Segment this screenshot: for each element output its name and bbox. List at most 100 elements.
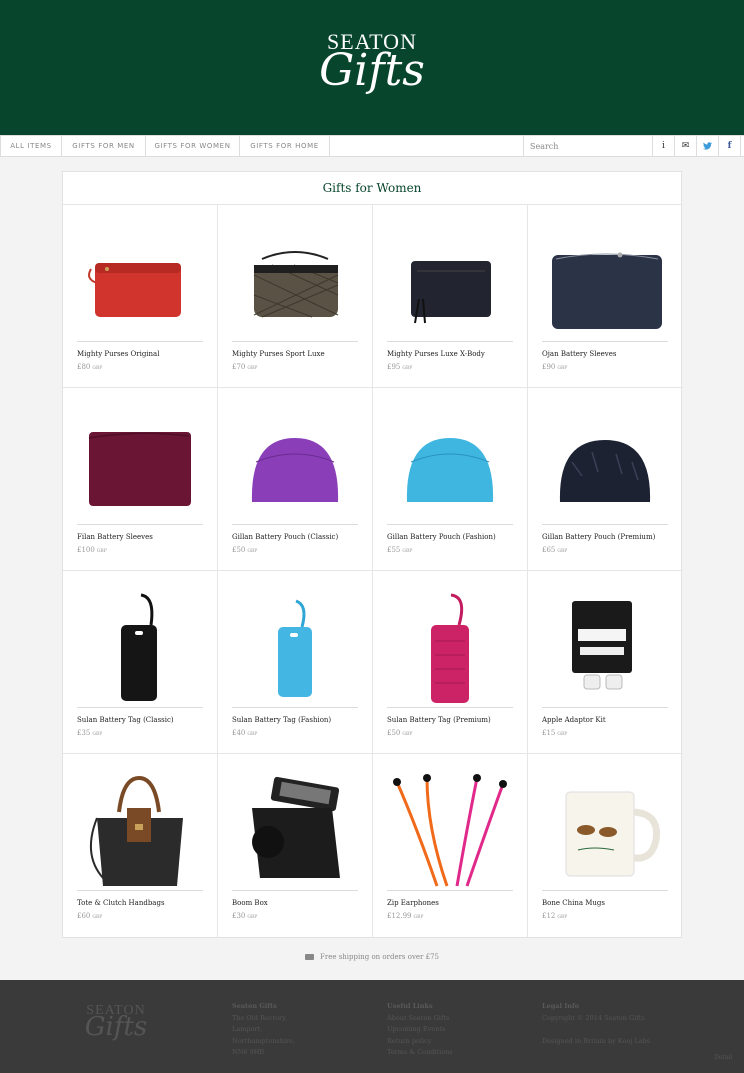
footer-links: Useful Links About Seaton Gifts Upcoming… — [387, 1001, 453, 1059]
product-name[interactable]: Sulan Battery Tag (Fashion) — [232, 716, 362, 724]
product-card[interactable]: Tote & Clutch Handbags £60 GBP — [63, 754, 218, 937]
product-image-fur-pouch[interactable] — [542, 402, 668, 524]
product-card[interactable]: Ojan Battery Sleeves £90 GBP — [528, 205, 683, 388]
product-card[interactable]: Filan Battery Sleeves £100 GBP — [63, 388, 218, 571]
facebook-icon[interactable]: f — [719, 136, 741, 157]
product-card[interactable]: Mighty Purses Sport Luxe £70 GBP — [218, 205, 373, 388]
product-card[interactable]: Sulan Battery Tag (Premium) £50 GBP — [373, 571, 528, 754]
product-name[interactable]: Gillan Battery Pouch (Classic) — [232, 533, 362, 541]
product-image-boom-box[interactable] — [232, 768, 358, 890]
price-value: £55 — [387, 546, 401, 554]
footer-legal-title: Legal Info — [542, 1002, 580, 1010]
product-price: £30 GBP — [232, 912, 257, 920]
footer-links-title: Useful Links — [387, 1002, 433, 1010]
product-image-tote-bag[interactable] — [77, 768, 203, 890]
product-image-zip-earphones[interactable] — [387, 768, 513, 890]
product-price: £50 GBP — [387, 729, 412, 737]
footer-link-events[interactable]: Upcoming Events — [387, 1024, 453, 1036]
product-card[interactable]: Boom Box £30 GBP — [218, 754, 373, 937]
product-image-pink-tag[interactable] — [387, 585, 513, 707]
product-image-burgundy-sleeve[interactable] — [77, 402, 203, 524]
product-card[interactable]: Sulan Battery Tag (Fashion) £40 GBP — [218, 571, 373, 754]
product-name[interactable]: Boom Box — [232, 899, 362, 907]
product-image-black-tag[interactable] — [77, 585, 203, 707]
price-value: £90 — [542, 363, 556, 371]
product-image-navy-sleeve[interactable] — [542, 219, 668, 341]
product-name[interactable]: Tote & Clutch Handbags — [77, 899, 207, 907]
product-image-crossbody-bag[interactable] — [387, 219, 513, 341]
card-divider — [387, 341, 513, 342]
currency-code: GBP — [247, 366, 258, 371]
product-name[interactable]: Bone China Mugs — [542, 899, 672, 907]
price-value: £35 — [77, 729, 91, 737]
product-name[interactable]: Sulan Battery Tag (Premium) — [387, 716, 517, 724]
card-divider — [387, 524, 513, 525]
product-name[interactable]: Ojan Battery Sleeves — [542, 350, 672, 358]
twitter-icon[interactable] — [697, 136, 719, 157]
product-card[interactable]: Mighty Purses Luxe X-Body £95 GBP — [373, 205, 528, 388]
site-footer: SEATON Gifts Seaton Gifts The Old Rector… — [0, 980, 744, 1073]
product-image-blue-tag[interactable] — [232, 585, 358, 707]
product-name[interactable]: Mighty Purses Luxe X-Body — [387, 350, 517, 358]
footer-address-line: Lamport, — [232, 1025, 263, 1033]
product-card[interactable]: Gillan Battery Pouch (Classic) £50 GBP — [218, 388, 373, 571]
footer-link-returns[interactable]: Return policy — [387, 1036, 453, 1048]
product-name[interactable]: Apple Adaptor Kit — [542, 716, 672, 724]
currency-code: GBP — [92, 366, 103, 371]
price-value: £95 — [387, 363, 401, 371]
shipping-note-text: Free shipping on orders over £75 — [319, 953, 439, 961]
brand-logo[interactable]: SEATON Gifts — [300, 30, 444, 110]
product-card[interactable]: Bone China Mugs £12 GBP — [528, 754, 683, 937]
product-card[interactable]: Sulan Battery Tag (Classic) £35 GBP — [63, 571, 218, 754]
footer-address-line: NN6 9HB — [232, 1048, 265, 1056]
price-value: £12.99 — [387, 912, 412, 920]
product-name[interactable]: Sulan Battery Tag (Classic) — [77, 716, 207, 724]
product-image-purple-pouch[interactable] — [232, 402, 358, 524]
currency-code: GBP — [96, 549, 107, 554]
product-price: £95 GBP — [387, 363, 412, 371]
product-name[interactable]: Mighty Purses Original — [77, 350, 207, 358]
product-image-bone-china-mug[interactable] — [542, 768, 668, 890]
price-value: £40 — [232, 729, 246, 737]
info-icon[interactable]: i — [653, 136, 675, 157]
nav-item-gifts-for-home[interactable]: GIFTS FOR HOME — [240, 136, 330, 157]
product-image-red-purse[interactable] — [77, 219, 203, 341]
product-name[interactable]: Gillan Battery Pouch (Fashion) — [387, 533, 517, 541]
product-price: £12 GBP — [542, 912, 567, 920]
product-name[interactable]: Mighty Purses Sport Luxe — [232, 350, 362, 358]
footer-logo-line2: Gifts — [84, 1012, 148, 1042]
nav-item-gifts-for-men[interactable]: GIFTS FOR MEN — [62, 136, 146, 157]
footer-link-terms[interactable]: Terms & Conditions — [387, 1047, 453, 1059]
footer-logo[interactable]: SEATON Gifts — [76, 1004, 156, 1042]
product-name[interactable]: Zip Earphones — [387, 899, 517, 907]
product-image-quilted-bag[interactable] — [232, 219, 358, 341]
product-price: £80 GBP — [77, 363, 102, 371]
currency-code: GBP — [402, 366, 413, 371]
product-card[interactable]: Gillan Battery Pouch (Premium) £65 GBP — [528, 388, 683, 571]
footer-detail-link[interactable]: Detail — [714, 1054, 732, 1061]
price-value: £15 — [542, 729, 556, 737]
product-name[interactable]: Filan Battery Sleeves — [77, 533, 207, 541]
product-card[interactable]: Mighty Purses Original £80 GBP — [63, 205, 218, 388]
footer-link-about[interactable]: About Seaton Gifts — [387, 1013, 453, 1025]
nav-item-all-items[interactable]: ALL ITEMS — [0, 136, 62, 157]
card-divider — [232, 341, 358, 342]
product-price: £100 GBP — [77, 546, 107, 554]
footer-legal: Legal Info Copyright © 2014 Seaton Gifts… — [542, 1001, 650, 1047]
footer-designed-by[interactable]: Designed in Britain by Kooj Labs — [542, 1036, 650, 1048]
product-name[interactable]: Gillan Battery Pouch (Premium) — [542, 533, 672, 541]
card-divider — [77, 890, 203, 891]
product-card[interactable]: Apple Adaptor Kit £15 GBP — [528, 571, 683, 754]
footer-address: Seaton Gifts The Old Rectory, Lamport, N… — [232, 1001, 295, 1059]
currency-code: GBP — [247, 732, 258, 737]
search-input[interactable]: Search — [523, 136, 653, 157]
currency-code: GBP — [557, 366, 568, 371]
price-value: £60 — [77, 912, 91, 920]
product-image-blue-pouch[interactable] — [387, 402, 513, 524]
envelope-icon[interactable]: ✉ — [675, 136, 697, 157]
product-card[interactable]: Gillan Battery Pouch (Fashion) £55 GBP — [373, 388, 528, 571]
nav-item-gifts-for-women[interactable]: GIFTS FOR WOMEN — [146, 136, 240, 157]
product-card[interactable]: Zip Earphones £12.99 GBP — [373, 754, 528, 937]
product-image-adaptor-kit[interactable] — [542, 585, 668, 707]
card-divider — [542, 341, 668, 342]
